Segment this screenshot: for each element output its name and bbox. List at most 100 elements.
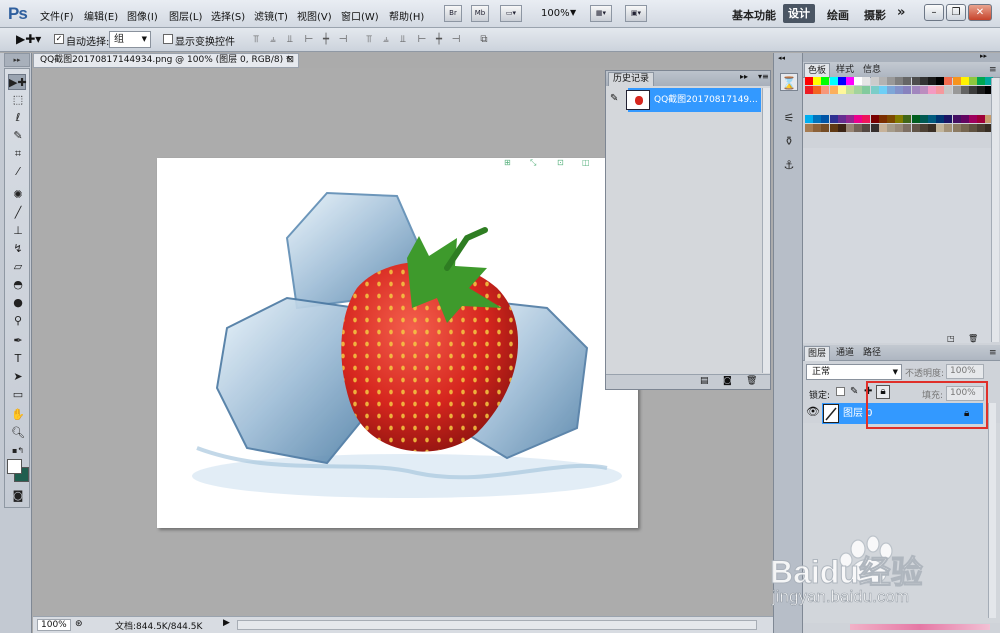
new-swatch-icon[interactable]: ◳ xyxy=(947,334,955,343)
swatch[interactable] xyxy=(919,86,928,94)
dodge-tool-icon[interactable]: ⚲ xyxy=(9,313,27,329)
new-snapshot-icon[interactable]: ◙ xyxy=(723,376,732,386)
actions-icon[interactable]: ⚓ xyxy=(780,156,798,174)
layer-visibility-eye-icon[interactable]: 👁︎ xyxy=(806,405,820,418)
swatches-scrollbar[interactable] xyxy=(991,78,999,342)
close-button[interactable]: ✕ xyxy=(968,4,992,21)
panel-menu-icon[interactable]: ▾≡ xyxy=(758,72,769,81)
swatch[interactable] xyxy=(813,86,822,94)
collapse-panel-icon[interactable]: ▸▸ xyxy=(740,72,748,81)
menu-layer[interactable]: 图层(L) xyxy=(169,8,202,23)
swatch[interactable] xyxy=(837,124,846,132)
swatch[interactable] xyxy=(936,124,945,132)
tab-layers[interactable]: 图层 xyxy=(804,346,831,361)
document-tab[interactable]: QQ截图20170817144934.png @ 100% (图层 0, RGB… xyxy=(33,53,299,68)
arrange-documents-button[interactable]: ▦▾ xyxy=(590,5,612,22)
hand-tool-icon[interactable]: ✋ xyxy=(9,407,27,423)
menu-window[interactable]: 窗口(W) xyxy=(341,8,379,23)
swatch[interactable] xyxy=(960,124,969,132)
swatch[interactable] xyxy=(846,77,854,85)
clone-source-icon[interactable]: ⚱ xyxy=(780,132,798,150)
history-panel-icon[interactable]: ⌛ xyxy=(780,73,798,91)
menu-filter[interactable]: 滤镜(T) xyxy=(254,8,288,23)
align-bottom-icon[interactable]: ⫫ xyxy=(284,34,296,46)
swatch[interactable] xyxy=(895,115,904,123)
swatch[interactable] xyxy=(870,115,879,123)
history-brush-source-icon[interactable]: ✎ xyxy=(610,93,618,104)
swatch[interactable] xyxy=(911,124,920,132)
align-left-icon[interactable]: ⊢ xyxy=(303,34,315,46)
minimize-button[interactable]: – xyxy=(924,4,944,21)
swatch[interactable] xyxy=(837,86,846,94)
history-brush-tool-icon[interactable]: ↯ xyxy=(9,241,27,257)
swatch[interactable] xyxy=(854,86,863,94)
more-workspaces-button[interactable]: » xyxy=(897,5,905,20)
workspace-photography[interactable]: 摄影 xyxy=(864,7,886,23)
lasso-tool-icon[interactable]: ℓ xyxy=(9,110,27,126)
crop-tool-icon[interactable]: ⌗ xyxy=(9,146,27,162)
auto-align-icon[interactable]: ⧉ xyxy=(478,34,490,46)
menu-help[interactable]: 帮助(H) xyxy=(389,8,424,23)
swatch[interactable] xyxy=(854,77,863,85)
swatch[interactable] xyxy=(977,115,986,123)
tools-panel-collapse[interactable]: ▸▸ xyxy=(4,53,30,67)
swatch[interactable] xyxy=(878,124,887,132)
lock-image-pixels-icon[interactable]: ✎ xyxy=(850,386,858,397)
auto-select-checkbox[interactable]: ✓ xyxy=(54,34,64,44)
swatches-grid[interactable] xyxy=(805,77,995,147)
restore-button[interactable]: ❐ xyxy=(946,4,966,21)
swatch[interactable] xyxy=(895,86,904,94)
swatch[interactable] xyxy=(911,77,920,85)
swatch[interactable] xyxy=(878,115,887,123)
workspace-design[interactable]: 设计 xyxy=(783,4,815,23)
align-top-icon[interactable]: ⫪ xyxy=(250,34,262,46)
swatch[interactable] xyxy=(936,115,945,123)
swatch[interactable] xyxy=(903,86,912,94)
swatch[interactable] xyxy=(944,115,953,123)
swatch[interactable] xyxy=(928,77,936,85)
distribute-top-icon[interactable]: ⫪ xyxy=(363,34,375,46)
swatch[interactable] xyxy=(936,86,945,94)
status-menu-arrow-icon[interactable]: ▶ xyxy=(223,618,230,628)
healing-brush-tool-icon[interactable]: ✺ xyxy=(9,187,27,203)
swatch[interactable] xyxy=(870,77,879,85)
swatch[interactable] xyxy=(862,86,871,94)
brush-tool-icon[interactable]: ╱ xyxy=(9,205,27,221)
delete-swatch-icon[interactable]: 🗑︎ xyxy=(968,334,978,343)
swatch[interactable] xyxy=(862,77,871,85)
minibridge-button[interactable]: Mb xyxy=(471,5,489,22)
swatch[interactable] xyxy=(960,86,969,94)
zoom-tool-icon[interactable]: 🔍︎ xyxy=(9,425,27,441)
swatch[interactable] xyxy=(944,124,953,132)
swatch[interactable] xyxy=(870,86,879,94)
swatch[interactable] xyxy=(977,86,986,94)
swatch[interactable] xyxy=(887,86,895,94)
align-right-icon[interactable]: ⊣ xyxy=(337,34,349,46)
foreground-color-swatch[interactable] xyxy=(7,459,22,474)
swatch[interactable] xyxy=(887,124,895,132)
quick-select-tool-icon[interactable]: ✎ xyxy=(9,128,27,144)
expand-icon[interactable]: ⤡ xyxy=(530,158,536,168)
align-hcenter-icon[interactable]: ┿ xyxy=(320,34,332,46)
clone-stamp-tool-icon[interactable]: ⊥ xyxy=(9,223,27,239)
menu-view[interactable]: 视图(V) xyxy=(297,8,332,23)
swatch[interactable] xyxy=(813,124,822,132)
menu-select[interactable]: 选择(S) xyxy=(211,8,245,23)
marquee-tool-icon[interactable]: ⬚ xyxy=(9,92,27,108)
auto-select-dropdown[interactable]: 组 ▼ xyxy=(109,31,151,48)
swatch[interactable] xyxy=(837,77,846,85)
pen-tool-icon[interactable]: ✒ xyxy=(9,333,27,349)
swatch[interactable] xyxy=(805,124,813,132)
swatch[interactable] xyxy=(887,77,895,85)
swatch[interactable] xyxy=(944,86,953,94)
tab-paths[interactable]: 路径 xyxy=(860,346,884,361)
swatch[interactable] xyxy=(813,77,822,85)
tab-channels[interactable]: 通道 xyxy=(833,346,857,361)
swatch[interactable] xyxy=(813,115,822,123)
new-document-from-state-icon[interactable]: ▤ xyxy=(700,376,709,386)
horizontal-scrollbar[interactable] xyxy=(237,620,757,630)
swatch[interactable] xyxy=(944,77,953,85)
move-tool-preset-icon[interactable]: ▶✚▾ xyxy=(16,32,41,46)
eyedropper-tool-icon[interactable]: ⁄ xyxy=(9,164,27,180)
swatch[interactable] xyxy=(862,124,871,132)
